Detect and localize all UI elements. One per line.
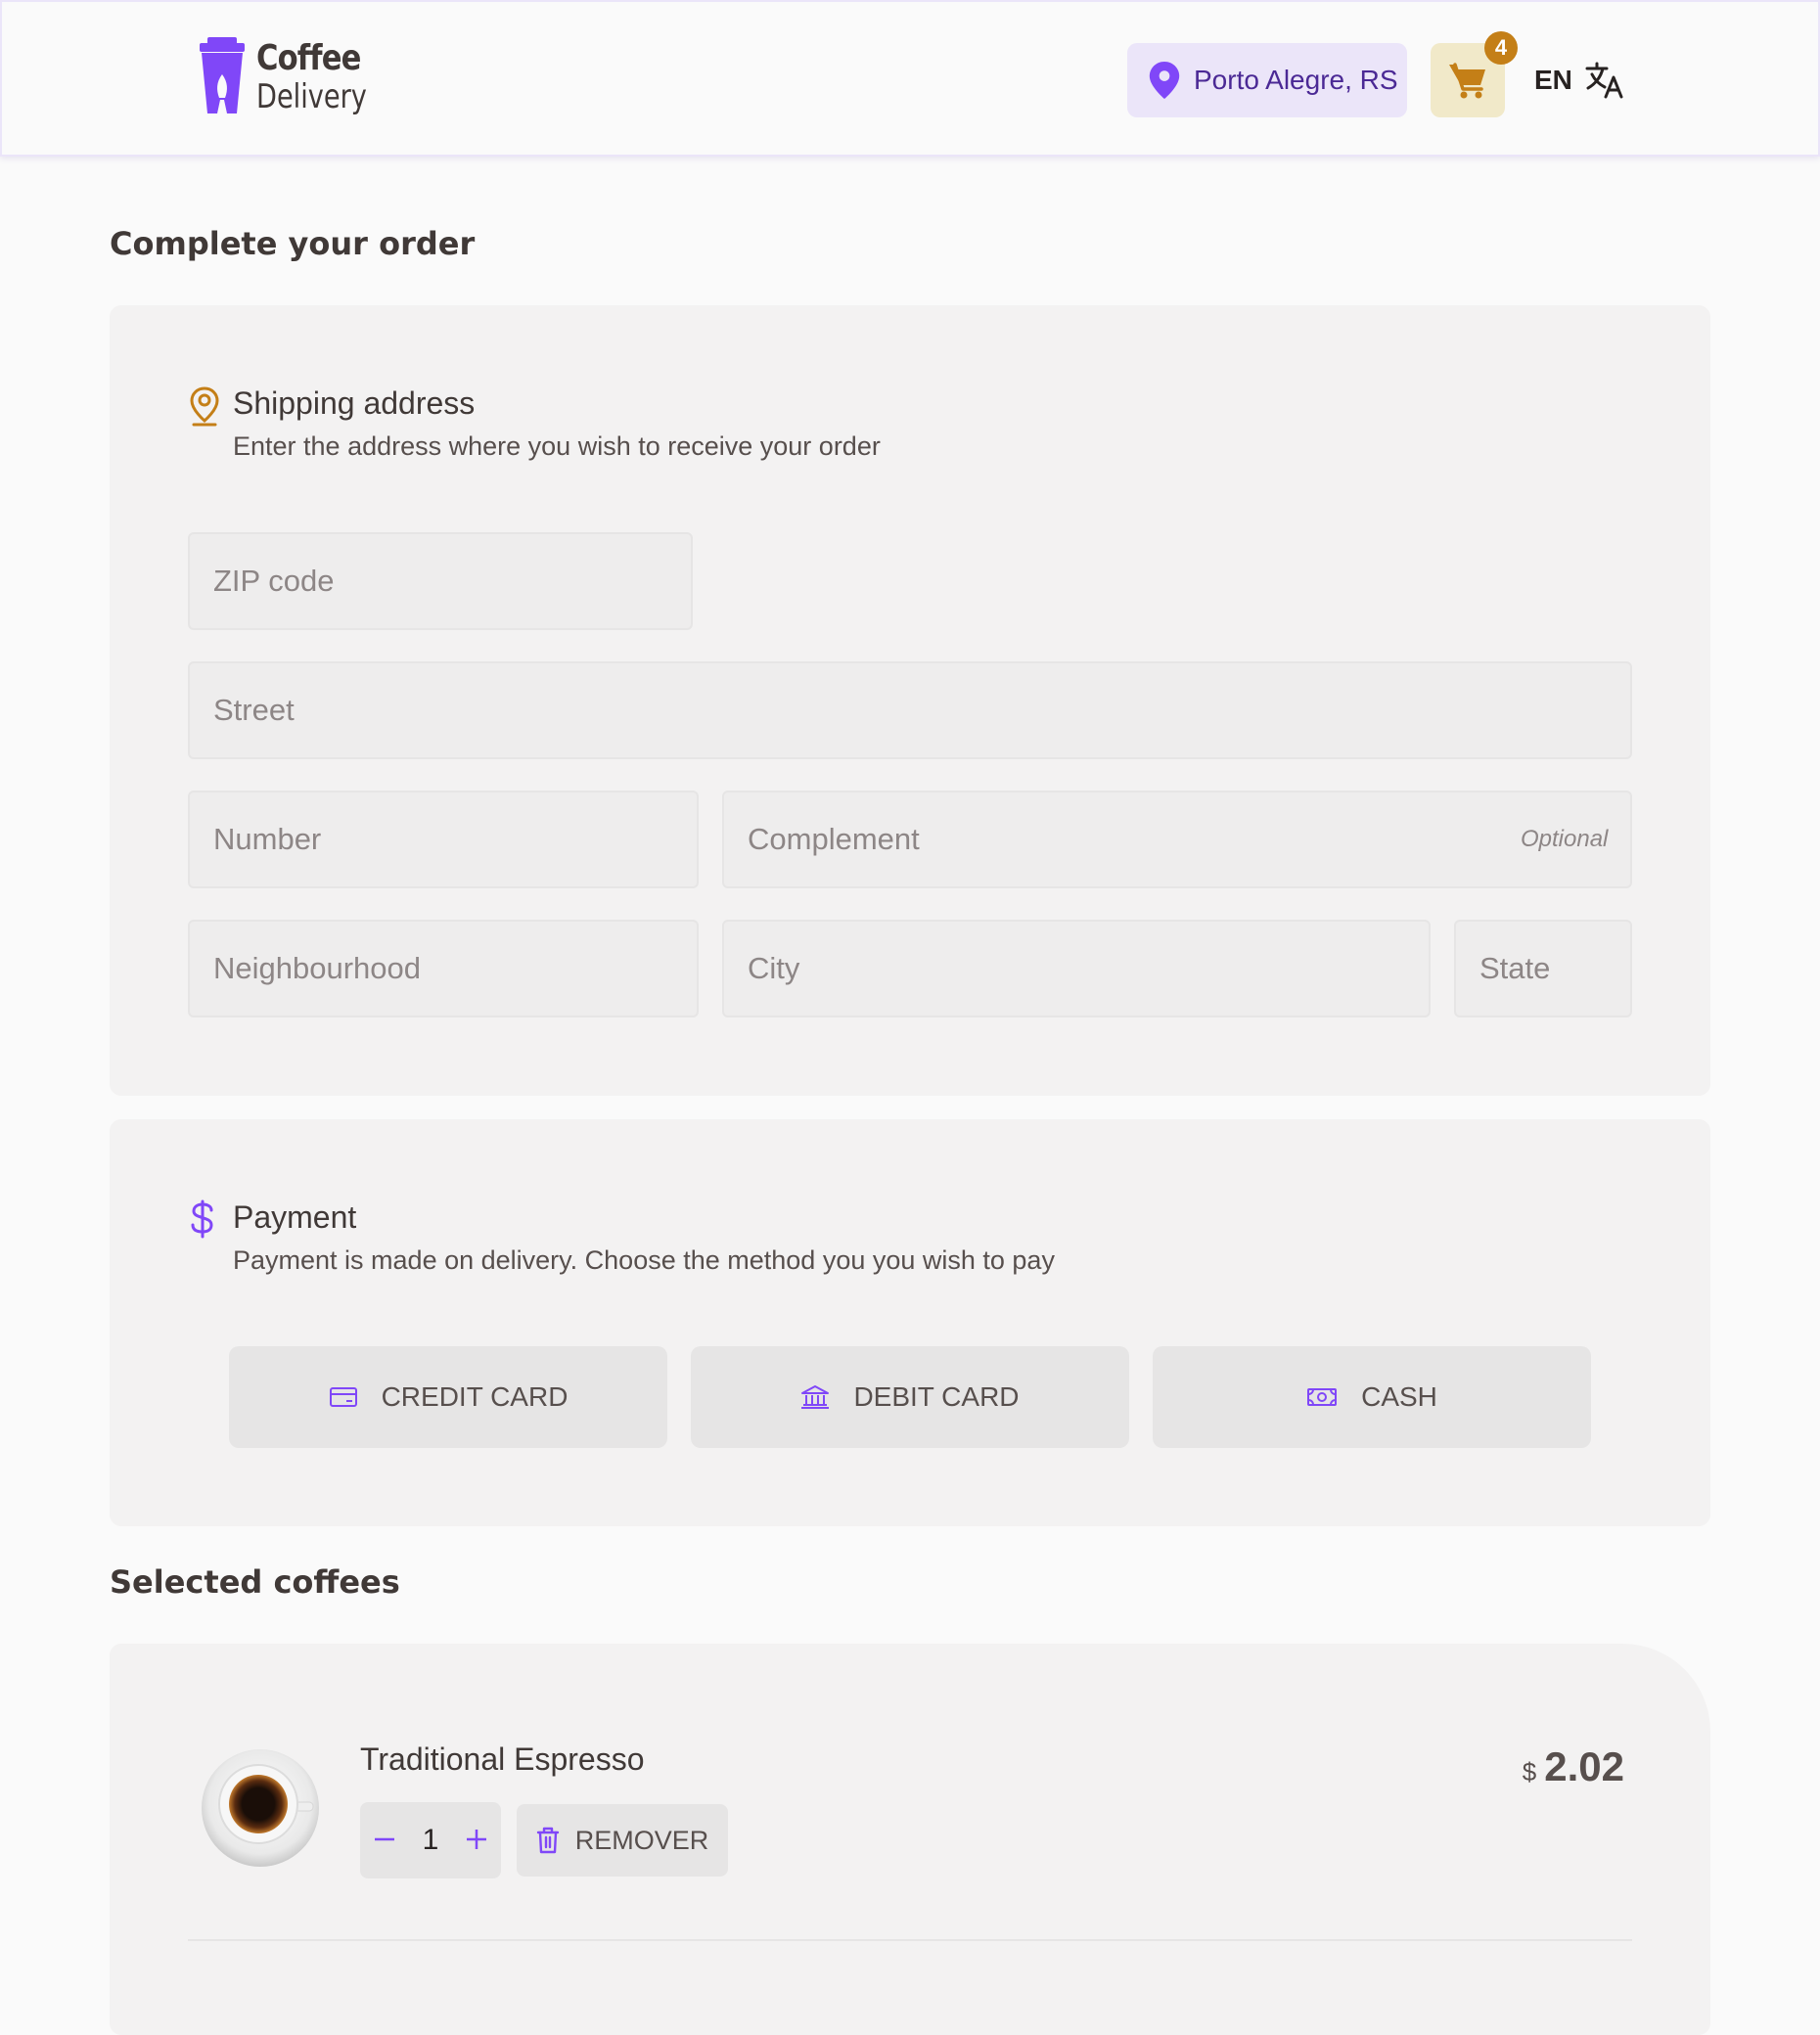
- plus-icon: [466, 1830, 486, 1849]
- complete-order-title: Complete your order: [110, 225, 476, 262]
- shipping-title: Shipping address: [233, 385, 476, 421]
- number-input[interactable]: [188, 791, 699, 888]
- logo-line-1: Coffee: [256, 38, 361, 78]
- item-price: $ 2.02: [1523, 1743, 1624, 1790]
- translate-icon: [1585, 62, 1623, 99]
- city-input[interactable]: [722, 920, 1431, 1018]
- shipping-subtitle: Enter the address where you wish to rece…: [233, 431, 881, 461]
- map-pin-icon: [1149, 62, 1180, 99]
- payment-card: Payment Payment is made on delivery. Cho…: [110, 1119, 1710, 1526]
- payment-subtitle: Payment is made on delivery. Choose the …: [233, 1245, 1055, 1275]
- payment-cash-button[interactable]: CASH: [1153, 1346, 1591, 1448]
- map-pin-outline-icon: [190, 386, 219, 427]
- state-input[interactable]: [1454, 920, 1632, 1018]
- selected-coffees-title: Selected coffees: [110, 1563, 400, 1601]
- remove-label: REMOVER: [574, 1825, 709, 1855]
- selected-coffees-card: Traditional Espresso 1 REMOVER $ 2.02: [110, 1644, 1710, 2035]
- cash-label: CASH: [1361, 1381, 1437, 1412]
- complement-input[interactable]: [722, 791, 1632, 888]
- quantity-value: 1: [422, 1824, 439, 1856]
- trash-icon: [536, 1827, 559, 1854]
- payment-credit-card-button[interactable]: CREDIT CARD: [229, 1346, 667, 1448]
- debit-card-label: DEBIT CARD: [853, 1381, 1020, 1412]
- remove-item-button[interactable]: REMOVER: [517, 1804, 728, 1877]
- neighbourhood-input[interactable]: [188, 920, 699, 1018]
- language-switcher[interactable]: EN: [1534, 57, 1625, 104]
- minus-icon: [375, 1837, 395, 1841]
- logo-line-2: Delivery: [256, 77, 367, 116]
- item-divider: [188, 1939, 1632, 1941]
- payment-debit-card-button[interactable]: DEBIT CARD: [691, 1346, 1129, 1448]
- credit-card-icon: [329, 1387, 357, 1407]
- coffee-cup-logo-icon: [200, 37, 245, 113]
- optional-hint: Optional: [1521, 826, 1609, 852]
- dollar-icon: [191, 1199, 213, 1239]
- coffee-item-name: Traditional Espresso: [360, 1741, 645, 1777]
- bank-icon: [801, 1385, 830, 1409]
- shipping-address-card: Shipping address Enter the address where…: [110, 305, 1710, 1096]
- quantity-stepper: 1: [360, 1802, 501, 1878]
- decrease-quantity-button[interactable]: [373, 1824, 396, 1857]
- street-input[interactable]: [188, 661, 1632, 759]
- location-badge[interactable]: Porto Alegre, RS: [1127, 43, 1407, 117]
- price-value: 2.02: [1544, 1743, 1624, 1789]
- zip-code-input[interactable]: [188, 532, 693, 630]
- espresso-cup-image: [200, 1747, 325, 1877]
- money-icon: [1307, 1388, 1338, 1406]
- logo[interactable]: Coffee Delivery: [198, 37, 394, 117]
- increase-quantity-button[interactable]: [465, 1824, 488, 1857]
- shopping-cart-icon: [1449, 63, 1485, 99]
- cart-count-badge: 4: [1484, 31, 1518, 65]
- app-header: Coffee Delivery Porto Alegre, RS 4 EN: [0, 0, 1820, 157]
- payment-title: Payment: [233, 1199, 357, 1235]
- language-code: EN: [1534, 65, 1572, 95]
- location-label: Porto Alegre, RS: [1194, 65, 1398, 95]
- credit-card-label: CREDIT CARD: [381, 1381, 569, 1412]
- price-currency: $: [1522, 1757, 1537, 1786]
